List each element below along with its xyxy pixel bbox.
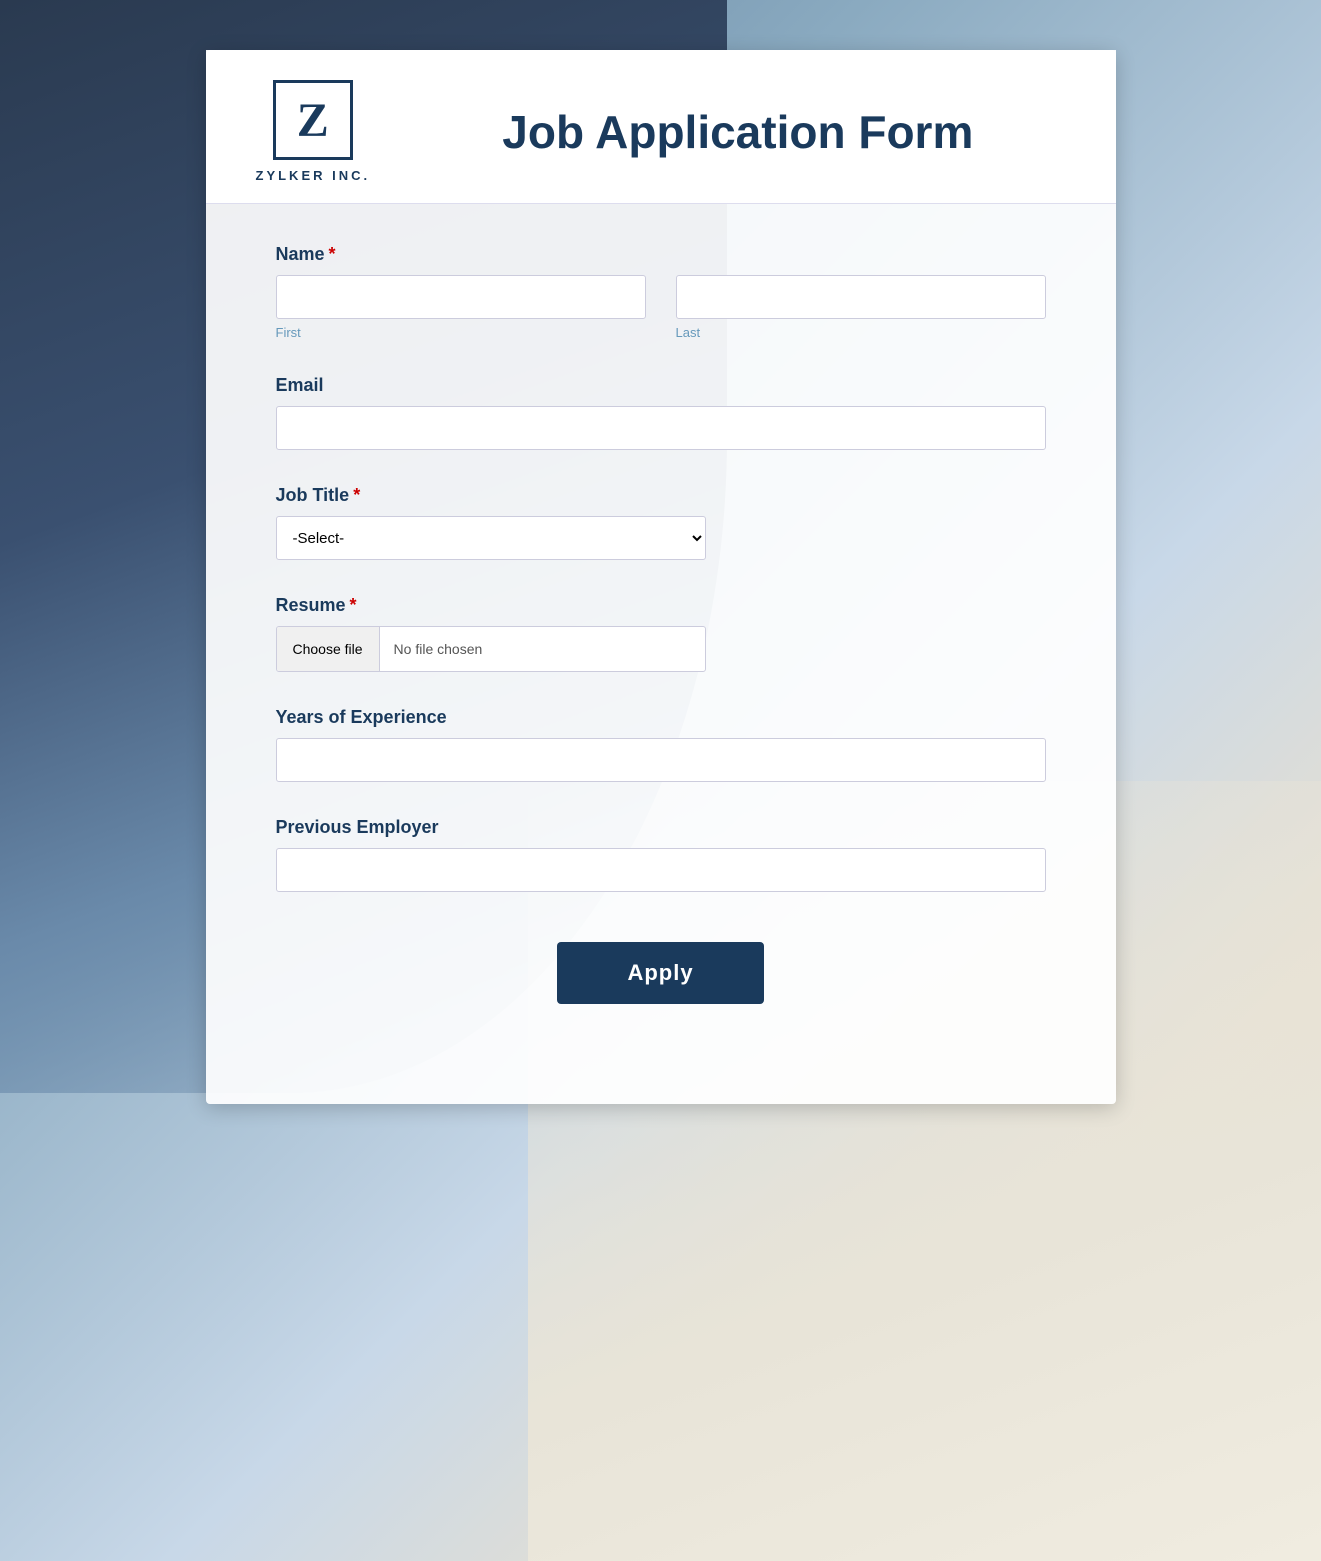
employer-label: Previous Employer <box>276 817 1046 838</box>
email-label: Email <box>276 375 1046 396</box>
employer-field-group: Previous Employer <box>276 817 1046 892</box>
form-header: Z ZYLKER INC. Job Application Form <box>206 50 1116 204</box>
experience-input[interactable] <box>276 738 1046 782</box>
experience-field-group: Years of Experience <box>276 707 1046 782</box>
last-name-field: Last <box>676 275 1046 340</box>
job-title-required-star: * <box>353 485 360 505</box>
first-name-field: First <box>276 275 646 340</box>
resume-field-group: Resume* Choose file No file chosen <box>276 595 1046 672</box>
logo-area: Z ZYLKER INC. <box>256 80 371 183</box>
choose-file-button[interactable]: Choose file <box>277 627 380 671</box>
last-name-input[interactable] <box>676 275 1046 319</box>
first-name-input[interactable] <box>276 275 646 319</box>
submit-area: Apply <box>276 942 1046 1004</box>
resume-label: Resume* <box>276 595 1046 616</box>
experience-label: Years of Experience <box>276 707 1046 728</box>
logo-name: ZYLKER INC. <box>256 168 371 183</box>
employer-input[interactable] <box>276 848 1046 892</box>
apply-button[interactable]: Apply <box>557 942 763 1004</box>
logo-box: Z <box>273 80 353 160</box>
no-file-text: No file chosen <box>380 641 497 657</box>
name-label: Name* <box>276 244 1046 265</box>
first-label: First <box>276 325 646 340</box>
job-title-select[interactable]: -Select- Software Engineer Product Manag… <box>276 516 706 560</box>
form-container: Z ZYLKER INC. Job Application Form Name*… <box>206 50 1116 1104</box>
job-title-field-group: Job Title* -Select- Software Engineer Pr… <box>276 485 1046 560</box>
email-input[interactable] <box>276 406 1046 450</box>
email-field-group: Email <box>276 375 1046 450</box>
resume-required-star: * <box>350 595 357 615</box>
last-label: Last <box>676 325 1046 340</box>
file-input-wrapper: Choose file No file chosen <box>276 626 706 672</box>
logo-letter: Z <box>297 93 329 148</box>
page-title: Job Application Form <box>410 105 1065 159</box>
name-field-group: Name* First Last <box>276 244 1046 340</box>
form-body: Name* First Last Email Job Title* <box>206 204 1116 1044</box>
name-required-star: * <box>329 244 336 264</box>
job-title-label: Job Title* <box>276 485 1046 506</box>
name-row: First Last <box>276 275 1046 340</box>
